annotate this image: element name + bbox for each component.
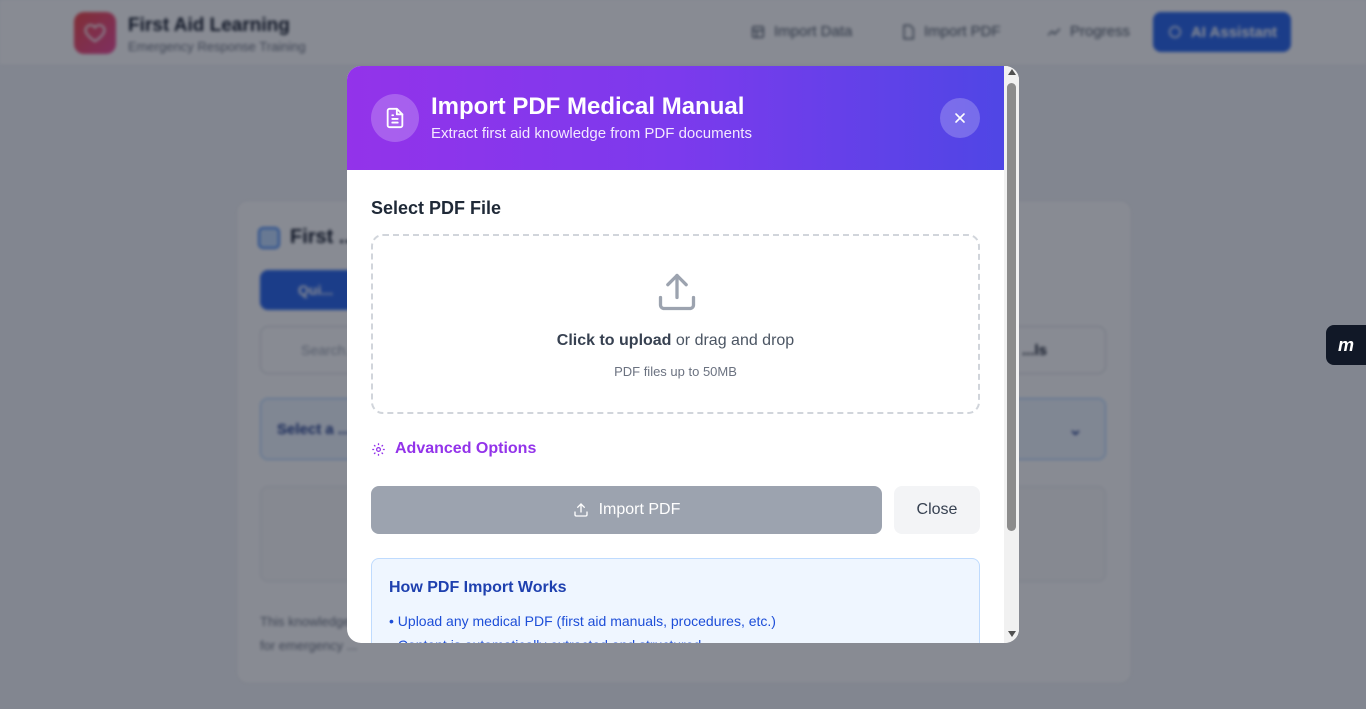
- select-pdf-label: Select PDF File: [371, 198, 502, 218]
- import-pdf-modal: Import PDF Medical Manual Extract first …: [347, 66, 1019, 643]
- close-icon: [955, 113, 965, 123]
- scrollbar-thumb[interactable]: [1007, 83, 1016, 531]
- drag-drop-text: or drag and drop: [671, 332, 795, 349]
- modal-scrollbar[interactable]: [1004, 66, 1019, 643]
- dropzone-hint: PDF files up to 50MB: [614, 364, 737, 379]
- scroll-down-arrow-icon[interactable]: [1008, 631, 1016, 637]
- upload-small-icon: [573, 503, 588, 517]
- modal-subtitle: Extract first aid knowledge from PDF doc…: [431, 125, 752, 142]
- upload-icon: [658, 273, 696, 311]
- click-to-upload-text[interactable]: Click to upload: [557, 332, 672, 349]
- widget-logo: m: [1337, 334, 1354, 355]
- how-it-works-list: • Upload any medical PDF (first aid manu…: [389, 609, 776, 643]
- gear-icon: [372, 442, 385, 456]
- list-item: • Upload any medical PDF (first aid manu…: [389, 613, 776, 629]
- modal-header: Import PDF Medical Manual Extract first …: [347, 66, 1004, 170]
- document-icon: [386, 107, 404, 129]
- how-it-works-panel: How PDF Import Works • Upload any medica…: [371, 558, 980, 643]
- how-it-works-title: How PDF Import Works: [389, 579, 567, 596]
- pdf-dropzone[interactable]: Click to upload or drag and drop PDF fil…: [371, 234, 980, 414]
- advanced-options-label: Advanced Options: [395, 440, 537, 457]
- floating-widget-button[interactable]: m: [1326, 325, 1366, 365]
- header-icon-circle: [371, 94, 419, 142]
- close-button[interactable]: Close: [894, 486, 980, 534]
- scroll-up-arrow-icon[interactable]: [1008, 69, 1016, 75]
- list-item: • Content is automatically extracted and…: [389, 633, 776, 643]
- import-pdf-button[interactable]: Import PDF: [371, 486, 882, 534]
- advanced-options-toggle[interactable]: Advanced Options: [371, 440, 536, 458]
- import-pdf-label: Import PDF: [598, 501, 681, 518]
- dropzone-text: Click to upload or drag and drop: [373, 332, 978, 350]
- modal-close-button[interactable]: [940, 98, 980, 138]
- modal-title: Import PDF Medical Manual: [431, 93, 745, 120]
